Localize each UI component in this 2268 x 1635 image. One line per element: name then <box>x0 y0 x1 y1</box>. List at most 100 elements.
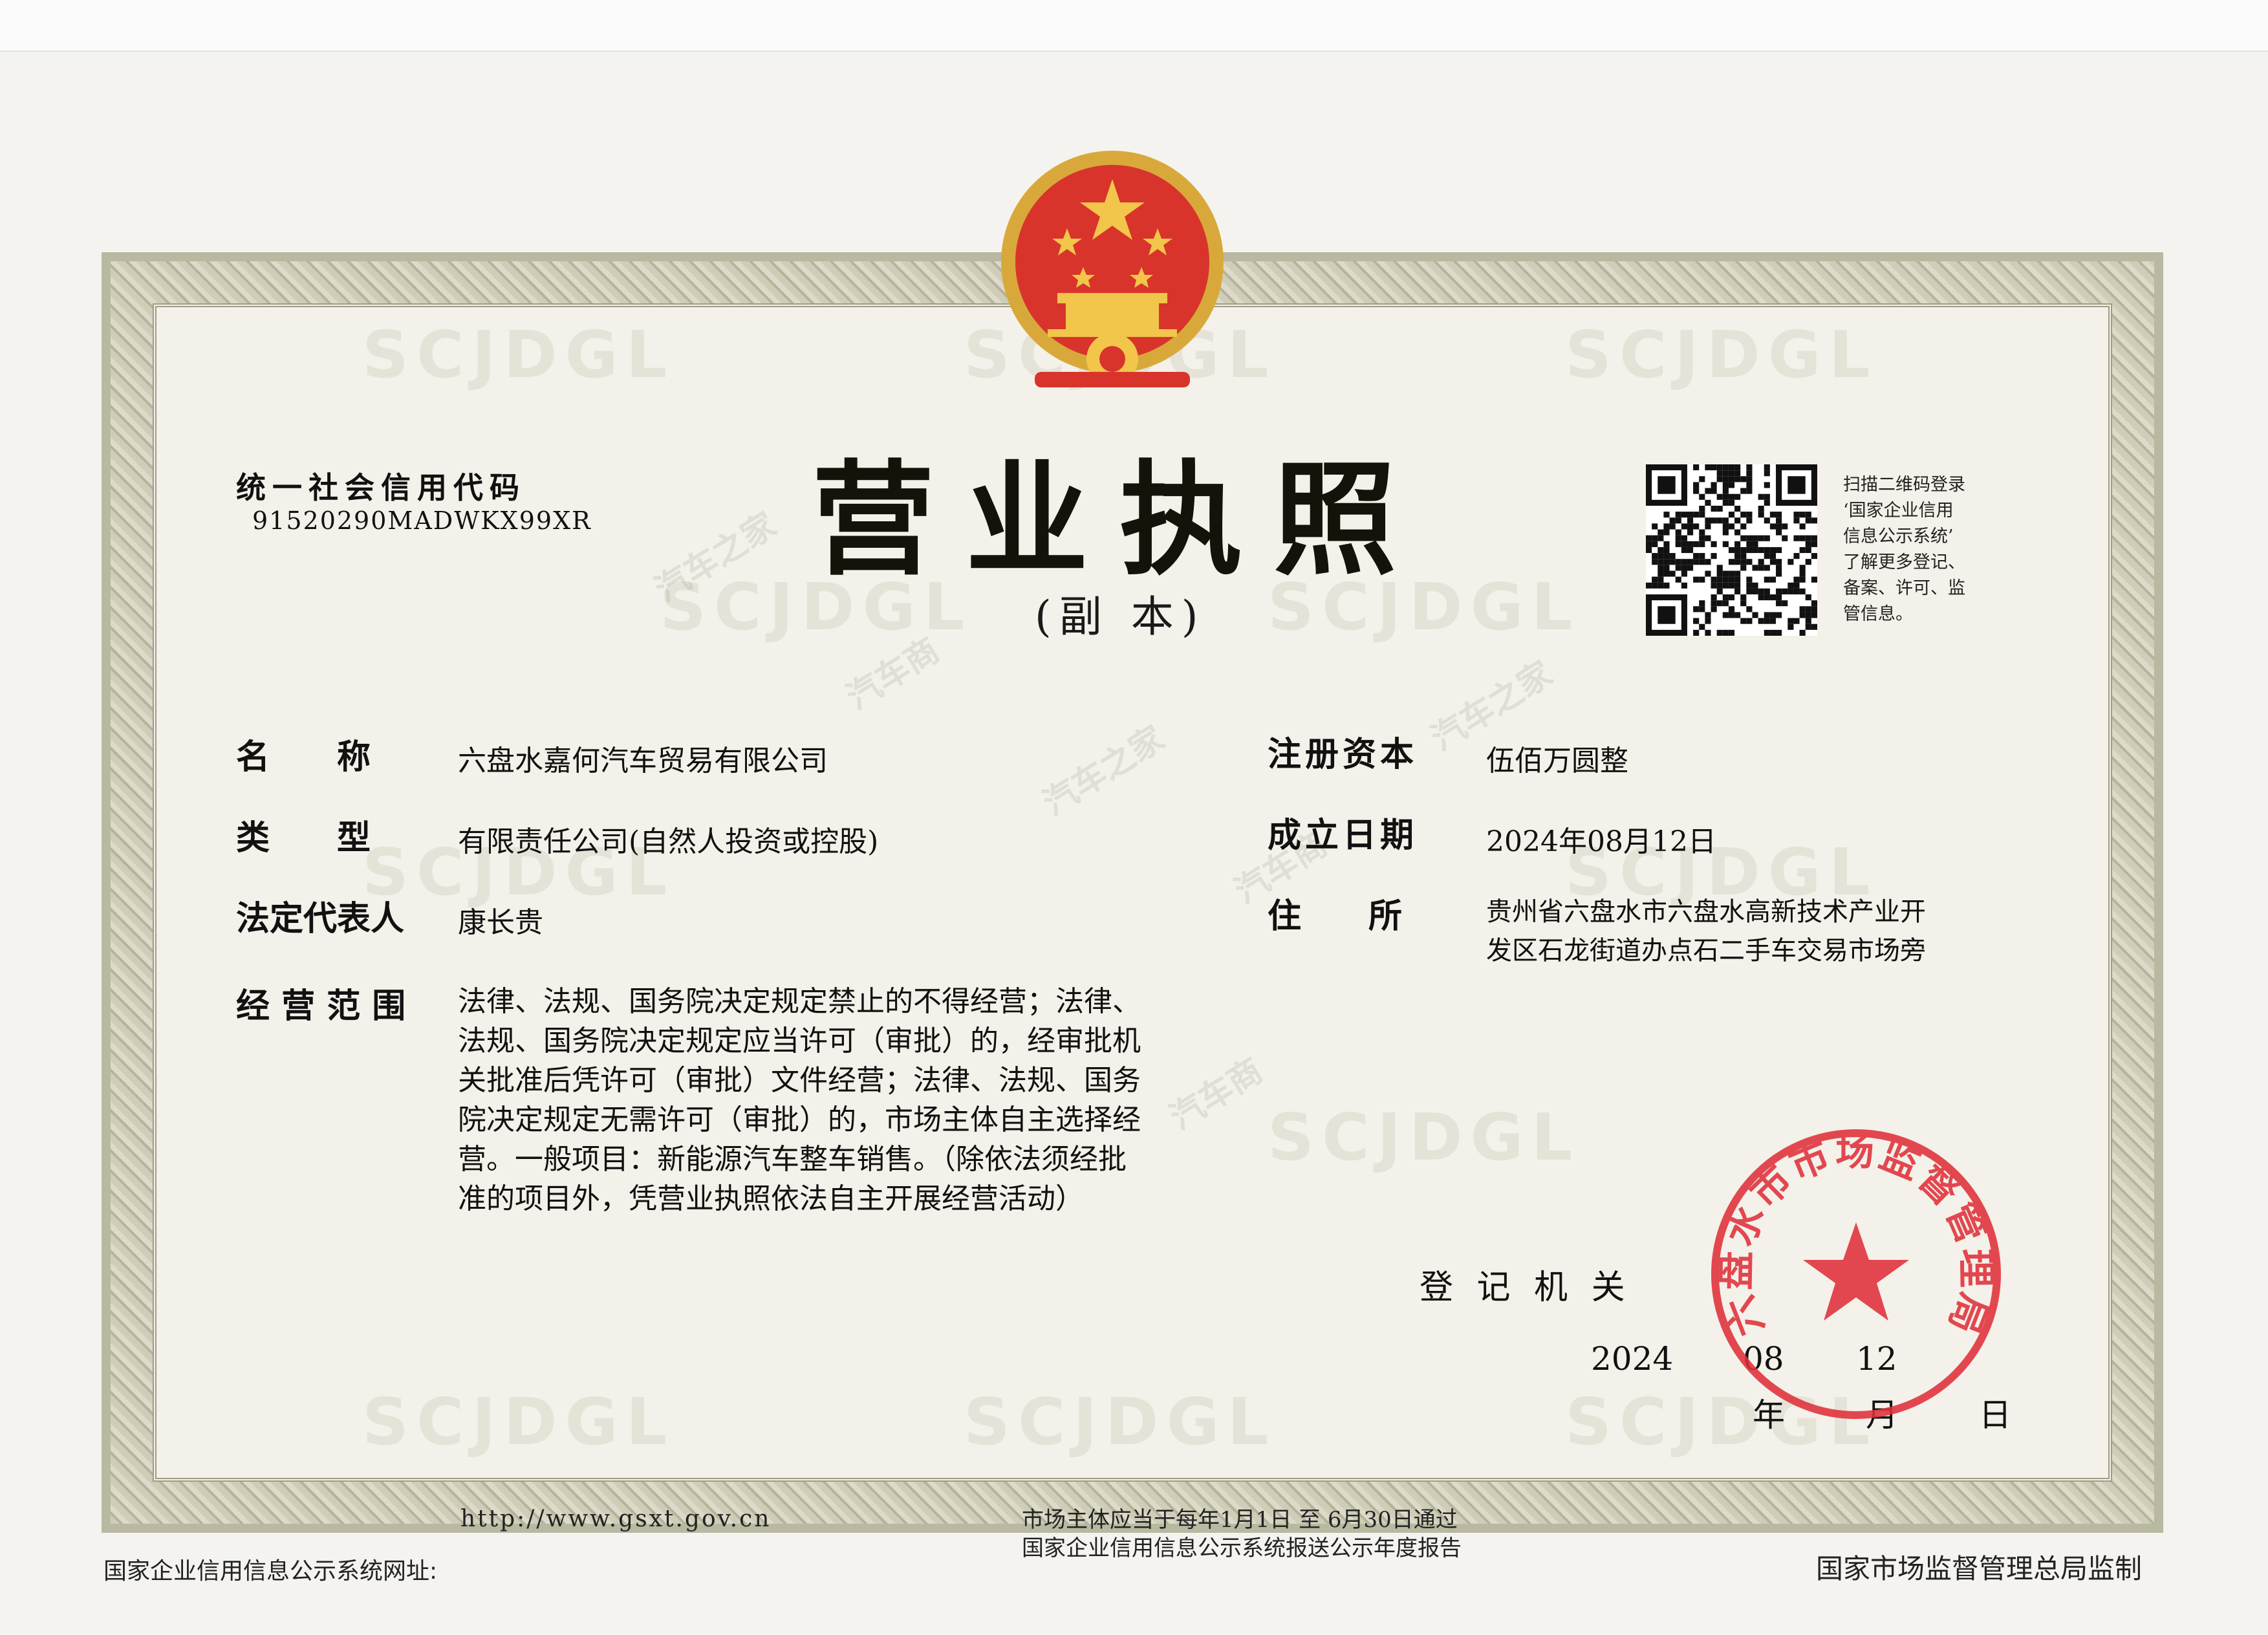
qr-note: 扫描二维码登录 ‘国家企业信用 信息公示系统’ 了解更多登记、 备案、许可、监 … <box>1843 472 1965 627</box>
qr-module <box>1711 541 1717 547</box>
qr-module <box>1776 600 1782 607</box>
qr-module <box>1722 523 1729 530</box>
qr-module <box>1758 512 1764 518</box>
qr-module <box>1734 582 1741 589</box>
qr-module <box>1658 606 1676 624</box>
qr-module <box>1681 559 1687 565</box>
qr-module <box>1711 464 1717 471</box>
qr-module <box>1734 541 1741 547</box>
field-value-address: 贵州省六盘水市六盘水高新技术产业开 发区石龙街道办点石二手车交易市场旁 <box>1486 893 1926 970</box>
field-label-address: 住 所 <box>1268 897 1403 936</box>
field-label-scope: 经 营 范 围 <box>236 987 406 1026</box>
qr-module <box>1711 576 1717 583</box>
qr-module <box>1681 535 1687 541</box>
qr-module <box>1675 541 1681 547</box>
qr-module <box>1764 499 1770 506</box>
qr-module <box>1658 547 1664 554</box>
qr-module <box>1728 606 1735 612</box>
qr-module <box>1752 565 1758 571</box>
qr-module <box>1711 600 1717 607</box>
qr-module <box>1687 517 1694 524</box>
qr-module <box>1722 629 1729 636</box>
qr-module <box>1722 517 1729 524</box>
qr-module <box>1752 612 1758 618</box>
qr-module <box>1693 606 1700 612</box>
qr-module <box>1699 553 1705 559</box>
issue-year: 2024 <box>1591 1340 1674 1378</box>
qr-module <box>1764 517 1770 524</box>
qr-module <box>1799 629 1806 636</box>
qr-module <box>1669 523 1676 530</box>
qr-module <box>1746 470 1753 477</box>
qr-module <box>1693 488 1700 494</box>
qr-module <box>1764 612 1770 618</box>
qr-module <box>1699 541 1705 547</box>
qr-module <box>1716 470 1723 477</box>
qr-module <box>1758 565 1764 571</box>
qr-module <box>1663 512 1670 518</box>
qr-module <box>1776 523 1782 530</box>
qr-module <box>1716 600 1723 607</box>
qr-module <box>1746 488 1753 494</box>
qr-module <box>1716 629 1723 636</box>
watermark-scjdgl: SCJDGL <box>1565 317 1878 393</box>
qr-module <box>1675 535 1681 541</box>
qr-module <box>1752 547 1758 554</box>
qr-module <box>1764 464 1770 471</box>
field-label-type: 类 型 <box>236 819 371 858</box>
qr-module <box>1746 476 1753 482</box>
qr-module <box>1699 512 1705 518</box>
qr-module <box>1787 618 1794 624</box>
qr-module <box>1764 547 1770 554</box>
qr-module <box>1722 582 1729 589</box>
qr-module <box>1793 553 1800 559</box>
qr-module <box>1805 559 1811 565</box>
qr-module <box>1811 623 1817 630</box>
qr-module <box>1675 576 1681 583</box>
qr-module <box>1675 565 1681 571</box>
watermark-scjdgl: SCJDGL <box>1268 1099 1581 1175</box>
qr-module <box>1764 629 1770 636</box>
qr-module <box>1746 464 1753 471</box>
watermark-scjdgl: SCJDGL <box>964 1384 1277 1460</box>
qr-module <box>1799 547 1806 554</box>
qr-module <box>1716 517 1723 524</box>
scope-line: 法律、法规、国务院决定规定禁止的不得经营；法律、 <box>458 985 1141 1018</box>
qr-module <box>1758 535 1764 541</box>
qr-module <box>1687 565 1694 571</box>
footer-url: http://www.gsxt.gov.cn <box>460 1506 772 1532</box>
qr-module <box>1705 535 1711 541</box>
qr-module <box>1805 541 1811 547</box>
qr-module <box>1722 529 1729 536</box>
qr-module <box>1711 517 1717 524</box>
qr-module <box>1805 517 1811 524</box>
field-label-capital: 注册资本 <box>1268 735 1418 774</box>
qr-module <box>1734 553 1741 559</box>
qr-module <box>1669 553 1676 559</box>
scope-line: 准的项目外，凭营业执照依法自主开展经营活动） <box>458 1182 1084 1215</box>
authority-label: 登 记 机 关 <box>1420 1268 1632 1307</box>
qr-module <box>1769 547 1777 554</box>
qr-module <box>1716 565 1723 571</box>
qr-module <box>1687 529 1694 536</box>
qr-module <box>1728 547 1735 554</box>
qr-module <box>1746 541 1753 547</box>
qr-module <box>1782 523 1788 530</box>
qr-module <box>1811 535 1817 541</box>
qr-module <box>1740 553 1747 559</box>
qr-module <box>1693 512 1700 518</box>
qr-module <box>1711 482 1717 488</box>
qr-module <box>1728 499 1735 506</box>
qr-module <box>1787 476 1806 494</box>
qr-module <box>1776 570 1782 577</box>
qr-module <box>1716 464 1723 471</box>
qr-module <box>1758 588 1764 595</box>
qr-module <box>1740 476 1747 482</box>
qr-module <box>1705 570 1711 577</box>
qr-module <box>1793 618 1800 624</box>
qr-module <box>1728 470 1735 477</box>
qr-module <box>1693 576 1700 583</box>
footer-supervisor: 国家市场监督管理总局监制 <box>1816 1553 2143 1585</box>
qr-module <box>1728 482 1735 488</box>
qr-module <box>1811 541 1817 547</box>
